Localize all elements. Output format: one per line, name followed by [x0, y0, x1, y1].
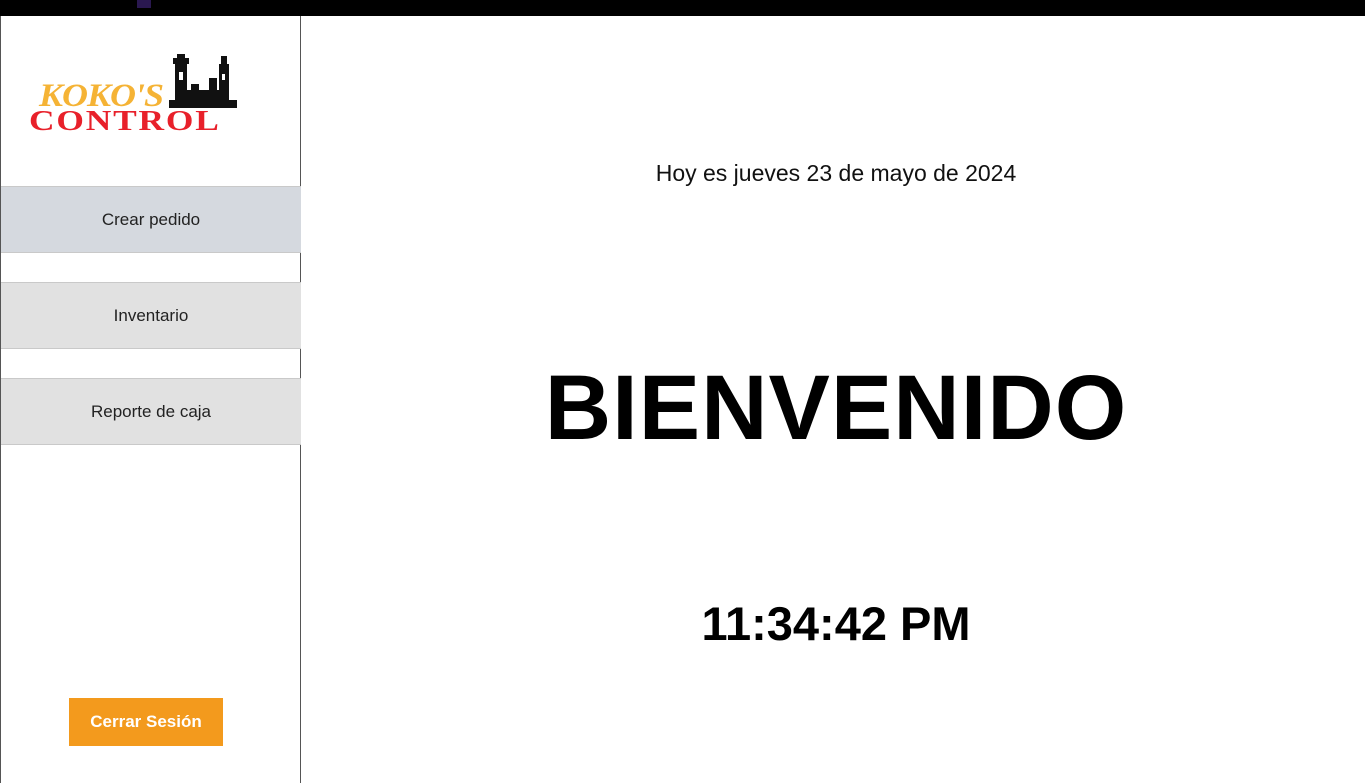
main-panel: Hoy es jueves 23 de mayo de 2024 BIENVEN…: [301, 16, 1365, 783]
clock-display: 11:34:42 PM: [701, 597, 971, 650]
current-date-text: Hoy es jueves 23 de mayo de 2024: [655, 160, 1017, 186]
logout-button[interactable]: Cerrar Sesión: [69, 698, 223, 746]
sidebar: KOKO'S CONTROL Crear pedido Inventario R…: [0, 16, 301, 783]
top-bar-marker: [137, 0, 151, 8]
sidebar-item-label: Crear pedido: [101, 209, 201, 229]
sidebar-item-reporte-de-caja[interactable]: Reporte de caja: [1, 378, 301, 445]
sidebar-item-label: Reporte de caja: [90, 401, 212, 421]
sidebar-item-crear-pedido[interactable]: Crear pedido: [1, 186, 301, 253]
window-top-bar: [0, 0, 1365, 16]
sidebar-item-inventario[interactable]: Inventario: [1, 282, 301, 349]
sidebar-item-label: Inventario: [113, 305, 189, 325]
castle-silhouette-icon: [169, 54, 237, 108]
kokos-control-logo: KOKO'S CONTROL: [29, 54, 263, 137]
welcome-heading: BIENVENIDO: [544, 357, 1128, 459]
